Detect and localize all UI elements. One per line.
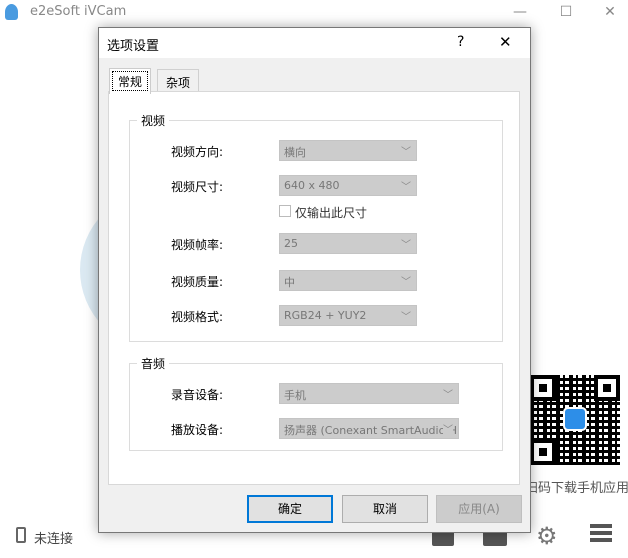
orientation-select[interactable]: 横向 ﹀ [279, 140, 417, 161]
gear-icon[interactable]: ⚙ [536, 522, 558, 550]
dialog-titlebar: 选项设置 ? ✕ [99, 28, 530, 58]
tab-panel: 视频 视频方向: 横向 ﹀ 视频尺寸: 640 x 480 ﹀ 仅输出此尺寸 视频帧… [108, 91, 520, 485]
chevron-down-icon: ﹀ [401, 312, 411, 323]
qr-logo-icon [563, 407, 587, 431]
quality-label: 视频质量: [171, 275, 224, 289]
tab-misc[interactable]: 杂项 [157, 69, 200, 93]
orientation-value: 横向 [284, 146, 306, 159]
app-logo-icon [5, 4, 18, 20]
record-device-select[interactable]: 手机 ﹀ [279, 383, 459, 404]
size-select[interactable]: 640 x 480 ﹀ [279, 175, 417, 196]
ok-button[interactable]: 确定 [247, 495, 333, 523]
minimize-button[interactable]: — [510, 2, 530, 22]
record-device-label: 录音设备: [171, 388, 224, 402]
menu-icon[interactable] [590, 524, 612, 542]
only-size-checkbox[interactable] [279, 205, 291, 217]
options-dialog: 选项设置 ? ✕ 常规 杂项 视频 视频方向: 横向 ﹀ 视频尺寸: 640 x … [98, 27, 531, 533]
format-value: RGB24 + YUY2 [284, 309, 367, 322]
app-title: e2eSoft iVCam [30, 4, 127, 19]
close-button[interactable]: ✕ [600, 2, 620, 22]
format-label: 视频格式: [171, 310, 224, 324]
chevron-down-icon: ﹀ [443, 390, 453, 401]
chevron-down-icon: ﹀ [401, 147, 411, 158]
video-group-label: 视频 [137, 112, 170, 129]
fps-label: 视频帧率: [171, 238, 224, 252]
help-button[interactable]: ? [457, 34, 464, 50]
quality-select[interactable]: 中 ﹀ [279, 270, 417, 291]
audio-group-label: 音频 [137, 355, 170, 372]
chevron-down-icon: ﹀ [401, 277, 411, 288]
qr-finder [530, 439, 556, 465]
size-label: 视频尺寸: [171, 180, 224, 194]
size-value: 640 x 480 [284, 179, 340, 192]
fps-select[interactable]: 25 ﹀ [279, 233, 417, 254]
only-size-label: 仅输出此尺寸 [295, 206, 368, 220]
cancel-button[interactable]: 取消 [342, 495, 428, 523]
qr-caption: 扫码下载手机应用 [525, 481, 628, 496]
playback-device-value: 扬声器 (Conexant SmartAudio HD) [284, 424, 459, 437]
format-select[interactable]: RGB24 + YUY2 ﹀ [279, 305, 417, 326]
orientation-label: 视频方向: [171, 145, 224, 159]
tab-general[interactable]: 常规 [109, 68, 152, 94]
playback-device-label: 播放设备: [171, 423, 224, 437]
qr-finder [530, 375, 556, 401]
chevron-down-icon: ﹀ [401, 240, 411, 251]
quality-value: 中 [284, 276, 295, 289]
maximize-button[interactable]: ☐ [556, 2, 576, 22]
dialog-title: 选项设置 [107, 39, 160, 54]
playback-device-select[interactable]: 扬声器 (Conexant SmartAudio HD) ﹀ [279, 418, 459, 439]
dialog-close-button[interactable]: ✕ [499, 33, 512, 51]
qr-finder [594, 375, 620, 401]
record-device-value: 手机 [284, 389, 306, 402]
chevron-down-icon: ﹀ [443, 421, 453, 436]
connection-status: 未连接 [34, 532, 74, 547]
apply-button[interactable]: 应用(A) [436, 495, 522, 523]
chevron-down-icon: ﹀ [401, 182, 411, 193]
fps-value: 25 [284, 237, 298, 250]
phone-icon [16, 527, 26, 543]
